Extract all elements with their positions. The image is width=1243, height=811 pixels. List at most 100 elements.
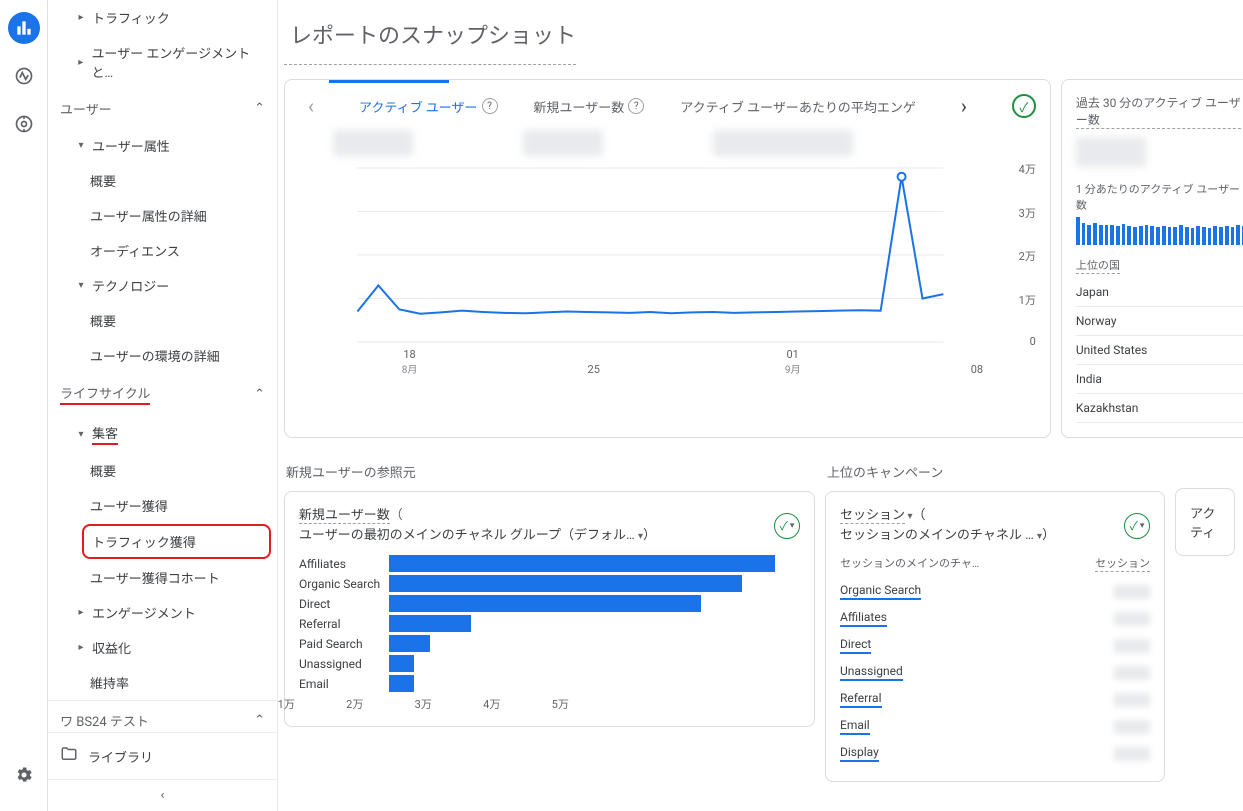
metric-label: 新規ユーザー数 [534, 97, 625, 116]
sidebar-label: ライフサイクル [60, 383, 150, 405]
bar-row: Referral [299, 615, 800, 632]
table-row[interactable]: Display [840, 740, 1150, 767]
reports-icon[interactable] [8, 12, 40, 44]
chevron-down-icon [74, 140, 88, 151]
folder-icon [60, 745, 78, 767]
explore-icon[interactable] [8, 60, 40, 92]
check-icon[interactable]: ✓ [1012, 94, 1036, 118]
barcard-title: セッション（ セッションのメインのチャネル … ） [840, 506, 1055, 545]
chevron-right-icon [74, 57, 87, 68]
chevron-right-icon [74, 12, 88, 23]
chevron-up-icon: ⌃ [254, 101, 265, 116]
chevron-up-icon: ⌃ [254, 387, 265, 402]
collapse-sidebar-button[interactable]: ‹ [48, 779, 277, 811]
campaigns-card: セッション（ セッションのメインのチャネル … ） ✓ セッションのメインのチャ… [825, 491, 1165, 782]
bar-row: Paid Search [299, 635, 800, 652]
sidebar-section-lifecycle[interactable]: ライフサイクル ⌃ [48, 373, 277, 415]
sidebar-label: オーディエンス [90, 241, 180, 260]
metric-tab-active-users[interactable]: アクティブ ユーザー? [359, 97, 498, 116]
sidebar-item-acquisition[interactable]: 集客 [48, 415, 277, 453]
countries-list: JapanNorwayUnited StatesIndiaKazakhstan [1076, 278, 1243, 423]
country-row[interactable]: India [1076, 365, 1243, 394]
sparkline-chart [1076, 217, 1243, 245]
table-row[interactable]: Organic Search [840, 578, 1150, 605]
dropdown-icon[interactable] [905, 508, 913, 523]
bar-chart: AffiliatesOrganic SearchDirectReferralPa… [299, 555, 800, 692]
sidebar-item-user-acq-cohort[interactable]: ユーザー獲得コホート [48, 560, 277, 595]
help-icon[interactable]: ? [628, 98, 644, 114]
sidebar-item-retention[interactable]: 維持率 [48, 665, 277, 700]
country-row[interactable]: Norway [1076, 307, 1243, 336]
line-chart: 01万2万3万4万188月25019月08 [299, 162, 1036, 372]
chevron-right-icon [74, 607, 88, 618]
help-icon[interactable]: ? [482, 98, 498, 114]
sidebar-label: 集客 [92, 423, 118, 445]
peek-card: アクティ [1175, 488, 1235, 556]
table-row[interactable]: Unassigned [840, 659, 1150, 686]
sidebar-item-user-attr[interactable]: ユーザー属性 [48, 128, 277, 163]
sidebar-item-acq-overview[interactable]: 概要 [48, 453, 277, 488]
sidebar-item-traffic[interactable]: トラフィック [48, 0, 277, 35]
sidebar-label: 概要 [90, 171, 116, 190]
check-dropdown-button[interactable]: ✓ [1124, 513, 1150, 539]
sidebar-item-tech-overview[interactable]: 概要 [48, 303, 277, 338]
blurred-value [713, 130, 853, 156]
sidebar-label: 維持率 [90, 673, 129, 692]
sidebar-label: ユーザー獲得 [90, 496, 168, 515]
sidebar-section-user[interactable]: ユーザー ⌃ [48, 89, 277, 128]
sidebar-label: ライブラリ [88, 747, 153, 766]
sidebar-label: テクノロジー [92, 276, 169, 295]
metric-tab-avg-engagement[interactable]: アクティブ ユーザーあたりの平均エンゲ [680, 97, 916, 116]
sidebar-item-tech[interactable]: テクノロジー [48, 268, 277, 303]
table-row[interactable]: Affiliates [840, 605, 1150, 632]
sidebar-label: ユーザー獲得コホート [90, 568, 220, 587]
bar-row: Organic Search [299, 575, 800, 592]
new-users-card: 新規ユーザー数（ ユーザーの最初のメインのチャネル グループ（デフォル… ） ✓… [284, 491, 815, 727]
bar-row: Unassigned [299, 655, 800, 672]
sidebar-item-overview[interactable]: 概要 [48, 163, 277, 198]
metric-label: アクティブ ユーザー [359, 97, 478, 116]
sidebar-item-traffic-acq[interactable]: トラフィック獲得 [82, 524, 271, 559]
sidebar-label: トラフィック [92, 8, 170, 27]
country-row[interactable]: Kazakhstan [1076, 394, 1243, 423]
table-row[interactable]: Email [840, 713, 1150, 740]
section-title-campaigns: 上位のキャンペーン [827, 462, 1165, 481]
chevron-right-icon [74, 642, 88, 653]
sidebar-section-workspace[interactable]: ワ BS24 テスト⌃ [48, 700, 277, 732]
page-title: レポートのスナップショット [284, 0, 576, 65]
sidebar-label: ワ BS24 テスト [60, 711, 149, 730]
sidebar-label: ユーザーの環境の詳細 [90, 346, 220, 365]
table-row[interactable]: Referral [840, 686, 1150, 713]
sidebar-label: ユーザー [60, 99, 112, 118]
sidebar-label: ユーザー属性の詳細 [90, 206, 207, 225]
sidebar-item-monetization[interactable]: 収益化 [48, 630, 277, 665]
dropdown-icon[interactable] [1037, 528, 1042, 543]
chevron-left-icon: ‹ [161, 788, 165, 803]
admin-icon[interactable] [8, 108, 40, 140]
sidebar-item-engagement[interactable]: エンゲージメント [48, 595, 277, 630]
metric-label: アクティブ ユーザーあたりの平均エンゲ [680, 97, 916, 116]
gear-icon[interactable] [8, 759, 40, 791]
sidebar-label: トラフィック獲得 [92, 532, 196, 551]
sidebar-item-user-acq[interactable]: ユーザー獲得 [48, 488, 277, 523]
sidebar-item-user-attr-detail[interactable]: ユーザー属性の詳細 [48, 198, 277, 233]
table-header: セッションのメインのチャ… セッション [840, 555, 1150, 572]
bar-row: Affiliates [299, 555, 800, 572]
sessions-table: Organic SearchAffiliatesDirectUnassigned… [840, 578, 1150, 767]
next-arrow-button[interactable]: › [952, 94, 976, 118]
dropdown-icon[interactable] [638, 528, 643, 543]
metric-tab-new-users[interactable]: 新規ユーザー数? [534, 97, 645, 116]
sidebar-label: ユーザー属性 [92, 136, 170, 155]
check-dropdown-button[interactable]: ✓ [774, 513, 800, 539]
x-axis: 01万2万3万4万5万 [389, 696, 800, 712]
prev-arrow-button[interactable]: ‹ [299, 94, 323, 118]
table-row[interactable]: Direct [840, 632, 1150, 659]
sidebar-item-library[interactable]: ライブラリ [48, 732, 277, 779]
country-row[interactable]: United States [1076, 336, 1243, 365]
country-row[interactable]: Japan [1076, 278, 1243, 307]
realtime-subtitle: 1 分あたりのアクティブ ユーザー数 [1076, 181, 1243, 213]
sidebar-item-audience[interactable]: オーディエンス [48, 233, 277, 268]
sidebar-label: 概要 [90, 311, 116, 330]
sidebar-item-tech-detail[interactable]: ユーザーの環境の詳細 [48, 338, 277, 373]
sidebar-item-engagement-trunc[interactable]: ユーザー エンゲージメントと… [48, 35, 277, 89]
